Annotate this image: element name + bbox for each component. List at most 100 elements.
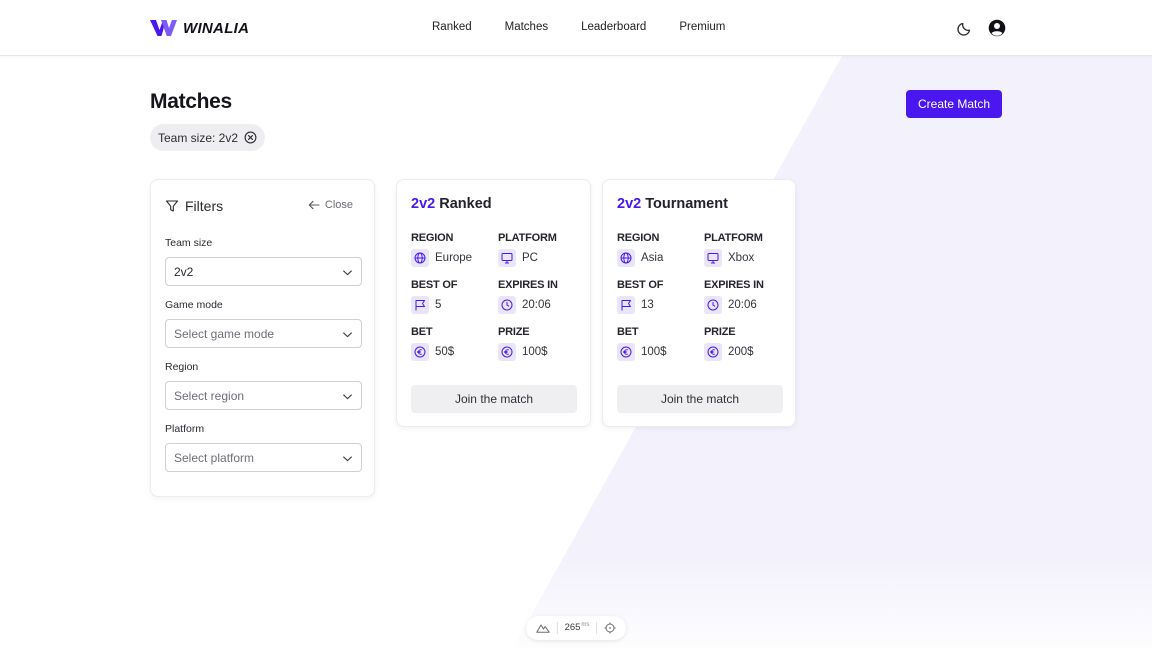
nav-link-premium[interactable]: Premium: [679, 21, 725, 33]
expires-stat-label: EXPIRES IN: [704, 279, 764, 291]
region-stat: REGION Europe: [411, 232, 472, 267]
team-size-value: 2v2: [174, 264, 194, 279]
match-card: 2v2 Tournament REGION Asia PLATFORM Xbox…: [602, 179, 796, 427]
match-team-size: 2v2: [411, 196, 436, 212]
region-placeholder: Select region: [174, 388, 245, 403]
best-of-value: 5: [435, 299, 442, 311]
clock-icon: [704, 296, 722, 314]
expires-stat: EXPIRES IN 20:06: [498, 279, 558, 314]
match-card: 2v2 Ranked REGION Europe PLATFORM PC BES…: [396, 179, 591, 427]
match-team-size: 2v2: [617, 196, 642, 212]
match-mode: Ranked: [439, 196, 492, 212]
game-mode-label: Game mode: [165, 299, 223, 311]
prize-stat: PRIZE 200$: [704, 326, 754, 361]
bet-stat: BET 50$: [411, 326, 454, 361]
euro-coin-icon: [498, 343, 516, 361]
chevron-down-icon: [342, 394, 353, 400]
top-navbar: WINALIA Ranked Matches Leaderboard Premi…: [0, 0, 1152, 56]
chevron-down-icon: [342, 332, 353, 338]
platform-label: Platform: [165, 423, 205, 435]
platform-value: PC: [522, 252, 538, 264]
prize-stat-label: PRIZE: [498, 326, 530, 338]
user-account-icon: [988, 19, 1006, 37]
active-filter-chip: Team size: 2v2: [150, 124, 266, 151]
crosshair-icon: [604, 622, 616, 634]
latency-unit: ms: [581, 622, 590, 629]
expires-value: 20:06: [728, 299, 757, 311]
euro-coin-icon: [617, 343, 635, 361]
region-stat-label: REGION: [411, 232, 454, 244]
filters-panel: Filters Close Team size 2v2 Game mode Se…: [150, 179, 375, 497]
monitor-icon: [704, 249, 722, 267]
create-match-button[interactable]: Create Match: [906, 90, 1002, 118]
bet-stat: BET 100$: [617, 326, 667, 361]
platform-placeholder: Select platform: [174, 450, 255, 465]
prize-value: 200$: [728, 346, 754, 358]
expires-stat: EXPIRES IN 20:06: [704, 279, 764, 314]
match-title: 2v2 Tournament: [617, 196, 728, 212]
flag-icon: [411, 296, 429, 314]
best-of-value: 13: [641, 299, 654, 311]
close-label: Close: [324, 199, 353, 211]
region-select[interactable]: Select region: [165, 381, 362, 410]
best-of-stat-label: BEST OF: [411, 279, 458, 291]
platform-select[interactable]: Select platform: [165, 443, 362, 472]
game-mode-select[interactable]: Select game mode: [165, 319, 362, 348]
best-of-stat: BEST OF 13: [617, 279, 663, 314]
match-mode: Tournament: [645, 196, 728, 212]
filters-title: Filters: [185, 198, 224, 214]
platform-stat: PLATFORM PC: [498, 232, 557, 267]
join-match-button[interactable]: Join the match: [411, 385, 577, 413]
nav-link-ranked[interactable]: Ranked: [432, 21, 472, 33]
platform-stat-label: PLATFORM: [498, 232, 557, 244]
remove-filter-icon[interactable]: [244, 131, 257, 144]
region-stat: REGION Asia: [617, 232, 663, 267]
bet-stat-label: BET: [617, 326, 639, 338]
platform-stat-label: PLATFORM: [704, 232, 763, 244]
brand-name: WINALIA: [183, 19, 250, 37]
bet-value: 50$: [435, 346, 455, 358]
bet-stat-label: BET: [411, 326, 433, 338]
winalia-logo-icon: [150, 20, 177, 36]
chip-label: Team size: 2v2: [158, 130, 239, 145]
flag-icon: [617, 296, 635, 314]
clock-icon: [498, 296, 516, 314]
chevron-down-icon: [342, 456, 353, 462]
page-title: Matches: [150, 90, 232, 113]
expires-stat-label: EXPIRES IN: [498, 279, 558, 291]
best-of-stat: BEST OF 5: [411, 279, 457, 314]
prize-stat-label: PRIZE: [704, 326, 736, 338]
filter-funnel-icon: [165, 200, 179, 212]
header-actions: [955, 18, 1007, 38]
best-of-stat-label: BEST OF: [617, 279, 664, 291]
platform-value: Xbox: [728, 252, 755, 264]
prize-stat: PRIZE 100$: [498, 326, 548, 361]
team-size-label: Team size: [165, 237, 213, 249]
bet-value: 100$: [641, 346, 667, 358]
divider: [556, 622, 558, 634]
filters-header: Filters: [165, 198, 223, 214]
monitor-icon: [498, 249, 516, 267]
main-nav: Ranked Matches Leaderboard Premium: [432, 21, 758, 33]
region-stat-label: REGION: [617, 232, 660, 244]
account-button[interactable]: [987, 18, 1007, 38]
region-value: Europe: [435, 252, 473, 264]
close-filters-button[interactable]: Close: [308, 199, 353, 211]
latency-value: 265ms: [564, 622, 590, 634]
join-match-button[interactable]: Join the match: [617, 385, 783, 413]
nav-link-matches[interactable]: Matches: [505, 21, 548, 33]
region-value: Asia: [641, 252, 664, 264]
chevron-down-icon: [342, 270, 353, 276]
divider: [596, 622, 598, 634]
expires-value: 20:06: [522, 299, 551, 311]
mountain-icon: [535, 624, 550, 633]
moon-icon: [957, 22, 971, 36]
theme-toggle-button[interactable]: [955, 18, 975, 38]
platform-stat: PLATFORM Xbox: [704, 232, 763, 267]
brand-logo[interactable]: WINALIA: [150, 19, 249, 37]
team-size-select[interactable]: 2v2: [165, 257, 362, 286]
latency-indicator[interactable]: 265ms: [526, 616, 626, 640]
nav-link-leaderboard[interactable]: Leaderboard: [581, 21, 646, 33]
game-mode-placeholder: Select game mode: [174, 326, 275, 341]
euro-coin-icon: [704, 343, 722, 361]
